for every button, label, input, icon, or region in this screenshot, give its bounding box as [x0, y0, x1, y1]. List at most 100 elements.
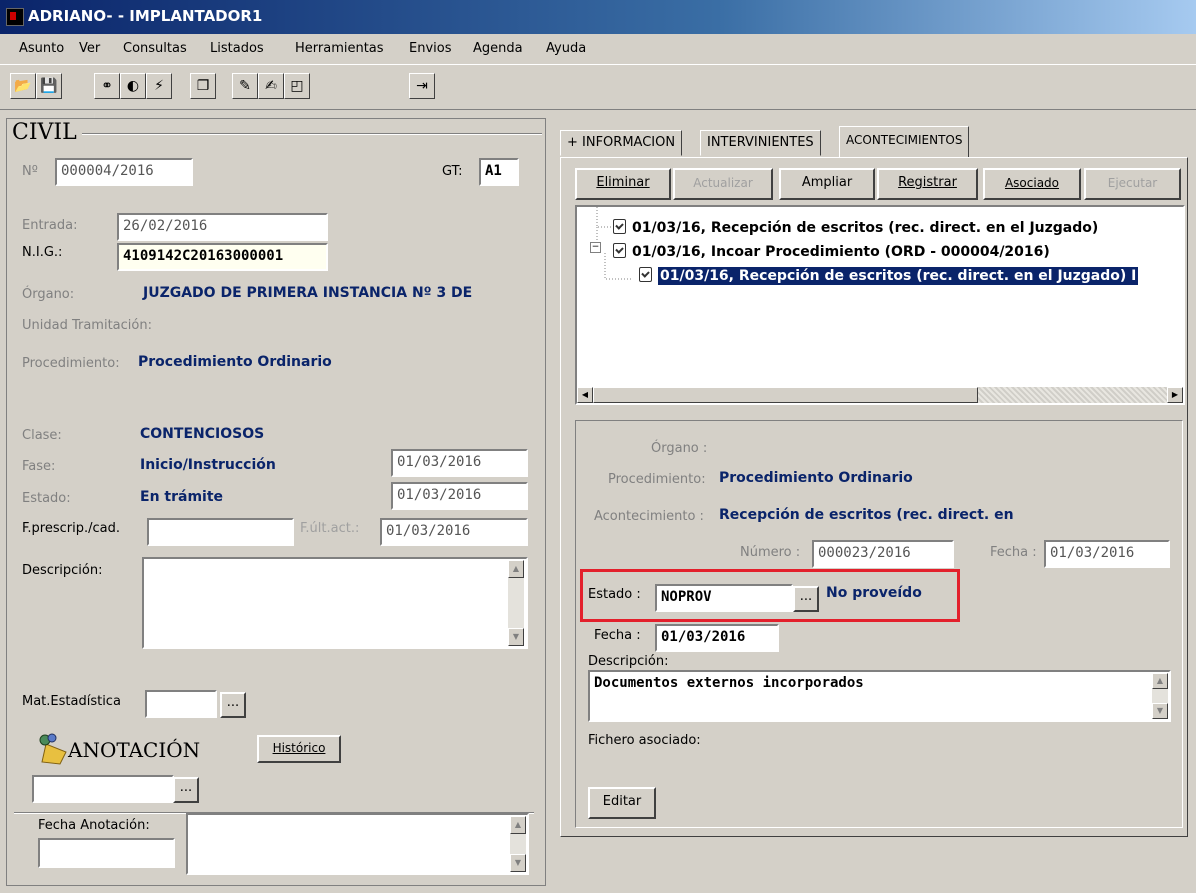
- scroll-up-icon[interactable]: ▲: [510, 816, 526, 834]
- historico-button[interactable]: Histórico: [257, 735, 341, 763]
- fecha-anotacion-field[interactable]: [38, 838, 175, 868]
- menu-envios[interactable]: Envios: [409, 41, 452, 56]
- eliminar-label: Eliminar: [596, 175, 650, 190]
- tree-item-label: 01/03/16, Recepción de escritos (rec. di…: [658, 267, 1139, 285]
- descripcion-textarea[interactable]: [142, 557, 528, 649]
- nig-field[interactable]: 4109142C20163000001: [117, 243, 328, 271]
- clase-value: CONTENCIOSOS: [140, 426, 265, 442]
- tree-item[interactable]: 01/03/16, Incoar Procedimiento (ORD - 00…: [613, 241, 1050, 260]
- organo-value: JUZGADO DE PRIMERA INSTANCIA Nº 3 DE: [143, 285, 473, 301]
- eliminar-button[interactable]: Eliminar: [575, 168, 671, 200]
- anotacion-textarea[interactable]: [186, 813, 529, 875]
- tree-hscrollbar[interactable]: ◀ ▶: [577, 387, 1183, 403]
- scroll-left-icon[interactable]: ◀: [577, 387, 593, 403]
- detail-estado-field[interactable]: NOPROV: [655, 584, 793, 612]
- open-folder-icon[interactable]: 📂: [10, 73, 36, 99]
- exit-icon[interactable]: ⇥: [409, 73, 435, 99]
- detail-descripcion-scrollbar[interactable]: ▲ ▼: [1152, 673, 1168, 719]
- asociado-button[interactable]: Asociado: [983, 168, 1081, 200]
- scroll-down-icon[interactable]: ▼: [510, 854, 526, 872]
- menu-ver[interactable]: Ver: [79, 41, 100, 56]
- procedimiento-value: Procedimiento Ordinario: [138, 354, 332, 370]
- procedimiento-label: Procedimiento:: [22, 356, 120, 371]
- window-title: ADRIANO- - IMPLANTADOR1: [28, 7, 263, 25]
- binoculars-icon[interactable]: ⚭: [94, 73, 120, 99]
- estado-lookup-button[interactable]: ...: [793, 586, 819, 612]
- gt-field[interactable]: A1: [479, 158, 519, 186]
- frame-icon[interactable]: ◰: [284, 73, 310, 99]
- fprescrip-field[interactable]: [147, 518, 294, 546]
- gt-label: GT:: [442, 164, 463, 179]
- lightning-icon[interactable]: ⚡: [146, 73, 172, 99]
- actualizar-button[interactable]: Actualizar: [673, 168, 773, 200]
- scroll-down-icon[interactable]: ▼: [508, 628, 524, 646]
- scroll-thumb[interactable]: [593, 387, 978, 403]
- actualizar-label: Actualizar: [693, 176, 753, 190]
- menu-asunto[interactable]: Asunto: [19, 41, 64, 56]
- view-icon[interactable]: ◐: [120, 73, 146, 99]
- wand-icon[interactable]: ✍: [258, 73, 284, 99]
- matestad-label: Mat.Estadística: [22, 694, 121, 709]
- nig-label: N.I.G.:: [22, 245, 63, 260]
- numero-field[interactable]: 000004/2016: [55, 158, 193, 186]
- numero-label: Nº: [22, 164, 38, 179]
- group-divider: [82, 133, 542, 135]
- tree-item-selected[interactable]: 01/03/16, Recepción de escritos (rec. di…: [639, 265, 1139, 285]
- tab-acontecimientos[interactable]: ACONTECIMIENTOS: [839, 126, 970, 158]
- fase-value: Inicio/Instrucción: [140, 457, 276, 473]
- entrada-field[interactable]: 26/02/2016: [117, 213, 328, 241]
- tab-informacion[interactable]: + INFORMACION: [560, 130, 683, 156]
- estado-fecha-field[interactable]: 01/03/2016: [391, 482, 528, 510]
- fultact-label: F.últ.act.:: [300, 521, 360, 536]
- asociado-label: Asociado: [1004, 176, 1060, 190]
- detail-procedimiento-value: Procedimiento Ordinario: [719, 470, 913, 486]
- estado-label: Estado:: [22, 491, 71, 506]
- fprescrip-label: F.prescrip./cad.: [22, 521, 120, 536]
- tab-intervinientes[interactable]: INTERVINIENTES: [700, 130, 821, 156]
- copy-icon[interactable]: ❐: [190, 73, 216, 99]
- historico-label: Histórico: [272, 741, 326, 755]
- detail-fecha2-label: Fecha :: [594, 628, 641, 643]
- detail-fecha-field[interactable]: 01/03/2016: [1044, 540, 1170, 568]
- collapse-icon[interactable]: −: [590, 242, 601, 253]
- menu-ayuda[interactable]: Ayuda: [546, 41, 586, 56]
- menu-listados[interactable]: Listados: [210, 41, 264, 56]
- anotacion-lookup-button[interactable]: ...: [173, 777, 199, 803]
- section-title: CIVIL: [12, 120, 77, 145]
- title-bar: ADRIANO- - IMPLANTADOR1: [0, 0, 1196, 34]
- fase-fecha-field[interactable]: 01/03/2016: [391, 449, 528, 477]
- detail-descripcion-textarea[interactable]: Documentos externos incorporados: [588, 670, 1171, 722]
- edit-icon[interactable]: ✎: [232, 73, 258, 99]
- scroll-down-icon[interactable]: ▼: [1152, 703, 1168, 719]
- matestad-field[interactable]: [145, 690, 217, 718]
- clipboard-check-icon: [613, 243, 626, 258]
- menu-herramientas[interactable]: Herramientas: [295, 41, 384, 56]
- registrar-button[interactable]: Registrar: [877, 168, 978, 200]
- descripcion-scrollbar[interactable]: ▲ ▼: [508, 560, 524, 646]
- detail-fecha-label: Fecha :: [990, 545, 1037, 560]
- unidad-label: Unidad Tramitación:: [22, 318, 152, 333]
- editar-button[interactable]: Editar: [588, 787, 656, 819]
- menu-agenda[interactable]: Agenda: [473, 41, 523, 56]
- save-icon[interactable]: 💾: [36, 73, 62, 99]
- detail-fecha2-field[interactable]: 01/03/2016: [655, 624, 779, 652]
- registrar-label: Registrar: [898, 175, 957, 190]
- matestad-lookup-button[interactable]: ...: [220, 692, 246, 718]
- anotacion-scrollbar[interactable]: ▲ ▼: [510, 816, 526, 872]
- ejecutar-button[interactable]: Ejecutar: [1084, 168, 1181, 200]
- ampliar-button[interactable]: Ampliar: [779, 168, 875, 200]
- anotacion-field[interactable]: [32, 775, 174, 803]
- menu-consultas[interactable]: Consultas: [123, 41, 187, 56]
- fultact-field[interactable]: 01/03/2016: [380, 518, 528, 546]
- clipboard-check-icon: [639, 267, 652, 282]
- detail-acontecimiento-label: Acontecimiento :: [594, 509, 704, 524]
- scroll-up-icon[interactable]: ▲: [1152, 673, 1168, 689]
- scroll-up-icon[interactable]: ▲: [508, 560, 524, 578]
- tree-item[interactable]: 01/03/16, Recepción de escritos (rec. di…: [613, 217, 1098, 236]
- detail-estado-label: Estado :: [588, 587, 641, 602]
- scroll-right-icon[interactable]: ▶: [1167, 387, 1183, 403]
- detail-numero-field[interactable]: 000023/2016: [812, 540, 954, 568]
- fichero-label: Fichero asociado:: [588, 733, 701, 748]
- menu-bar: Asunto Ver Consultas Listados Herramient…: [0, 34, 1196, 64]
- fase-label: Fase:: [22, 459, 56, 474]
